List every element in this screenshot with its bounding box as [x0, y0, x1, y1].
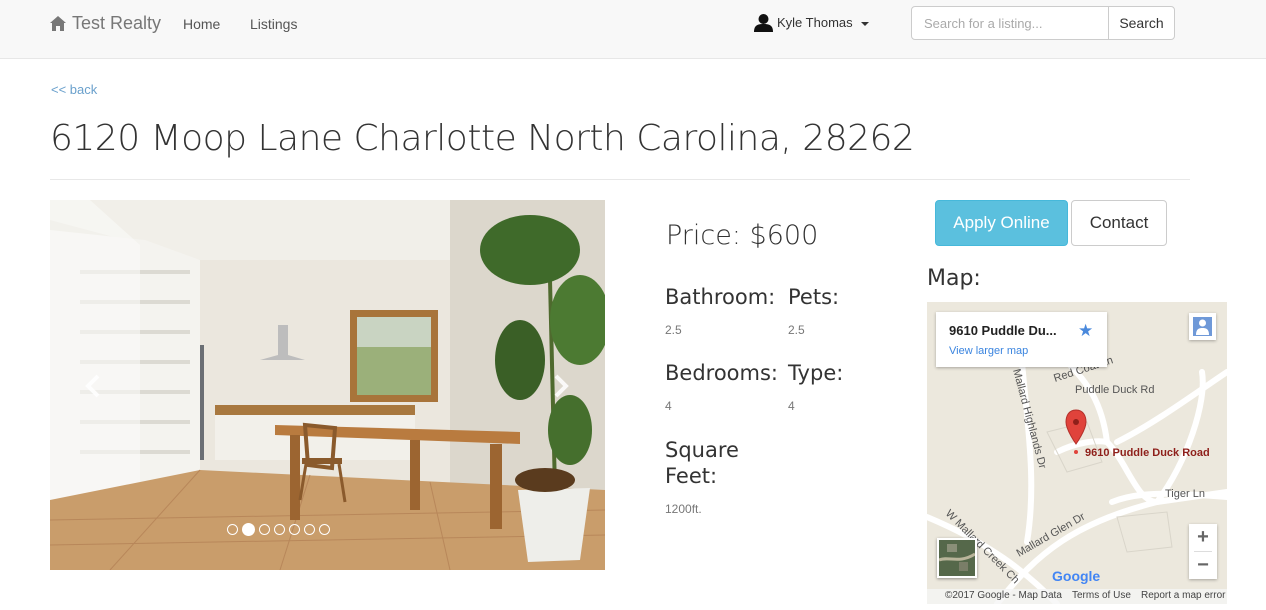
carousel-indicator[interactable]	[319, 524, 330, 535]
brand-label: Test Realty	[72, 13, 162, 33]
brand-link[interactable]: Test Realty	[50, 13, 161, 34]
marker-label: 9610 Puddle Duck Road	[1085, 447, 1210, 459]
street-label: Tiger Ln	[1165, 488, 1205, 500]
price: Price: $600	[666, 220, 819, 251]
carousel-indicator-active[interactable]	[242, 523, 255, 536]
google-logo: Google	[1052, 568, 1101, 584]
page-title: 6120 Moop Lane Charlotte North Carolina,…	[50, 118, 915, 159]
map-embed[interactable]: Red Coat Ln Puddle Duck Rd Mallard Highl…	[927, 302, 1227, 604]
apply-online-button[interactable]: Apply Online	[935, 200, 1068, 246]
home-icon	[50, 16, 66, 31]
map-info-card: 9610 Puddle Du... View larger map ★	[936, 312, 1107, 367]
carousel-indicator[interactable]	[304, 524, 315, 535]
carousel-prev-arrow-icon[interactable]	[80, 372, 108, 400]
type-label: Type:	[788, 361, 844, 385]
map-data-attribution: ©2017 Google - Map Data	[945, 590, 1062, 601]
pets-value: 2.5	[788, 323, 805, 337]
nav-home[interactable]: Home	[183, 16, 220, 32]
nav-listings[interactable]: Listings	[250, 16, 297, 32]
pegman-icon	[1193, 317, 1212, 336]
user-icon	[754, 14, 773, 32]
map-attribution-bar: ©2017 Google - Map Data Terms of Use Rep…	[927, 589, 1227, 604]
pets-label: Pets:	[788, 285, 840, 309]
photo-carousel[interactable]	[50, 200, 605, 570]
bathroom-label: Bathroom:	[665, 285, 776, 309]
contact-button[interactable]: Contact	[1071, 200, 1167, 246]
carousel-indicators	[227, 523, 330, 536]
street-view-pegman-button[interactable]	[1189, 313, 1216, 340]
sqft-label-line2: Feet:	[665, 464, 718, 488]
bedrooms-label: Bedrooms:	[665, 361, 778, 385]
map-card-title: 9610 Puddle Du...	[949, 323, 1057, 338]
view-larger-map-link[interactable]: View larger map	[949, 345, 1028, 357]
carousel-next-arrow-icon[interactable]	[546, 372, 574, 400]
sqft-value: 1200ft.	[665, 502, 702, 516]
street-label: Puddle Duck Rd	[1075, 384, 1155, 396]
satellite-toggle-button[interactable]	[937, 538, 977, 578]
search-button[interactable]: Search	[1108, 6, 1175, 40]
type-value: 4	[788, 399, 795, 413]
navbar: Test Realty Home Listings Kyle Thomas Se…	[0, 0, 1266, 59]
sqft-label-line1: Square	[665, 438, 739, 462]
carousel-indicator[interactable]	[259, 524, 270, 535]
bedrooms-value: 4	[665, 399, 672, 413]
map-zoom-control: + −	[1189, 524, 1217, 579]
zoom-in-button[interactable]: +	[1189, 524, 1217, 551]
back-link[interactable]: << back	[51, 82, 97, 97]
bathroom-value: 2.5	[665, 323, 682, 337]
star-icon[interactable]: ★	[1078, 321, 1093, 341]
terms-link[interactable]: Terms of Use	[1072, 590, 1131, 601]
carousel-indicator[interactable]	[227, 524, 238, 535]
user-name: Kyle Thomas	[777, 15, 853, 30]
zoom-out-button[interactable]: −	[1189, 552, 1217, 579]
user-menu[interactable]: Kyle Thomas	[754, 13, 869, 32]
listing-photo	[50, 200, 605, 570]
caret-down-icon	[860, 21, 869, 26]
title-divider	[50, 179, 1190, 180]
report-error-link[interactable]: Report a map error	[1141, 590, 1225, 601]
satellite-thumbnail-icon	[938, 540, 976, 576]
search-input[interactable]	[911, 6, 1109, 40]
carousel-indicator[interactable]	[289, 524, 300, 535]
map-label: Map:	[927, 266, 981, 291]
carousel-indicator[interactable]	[274, 524, 285, 535]
